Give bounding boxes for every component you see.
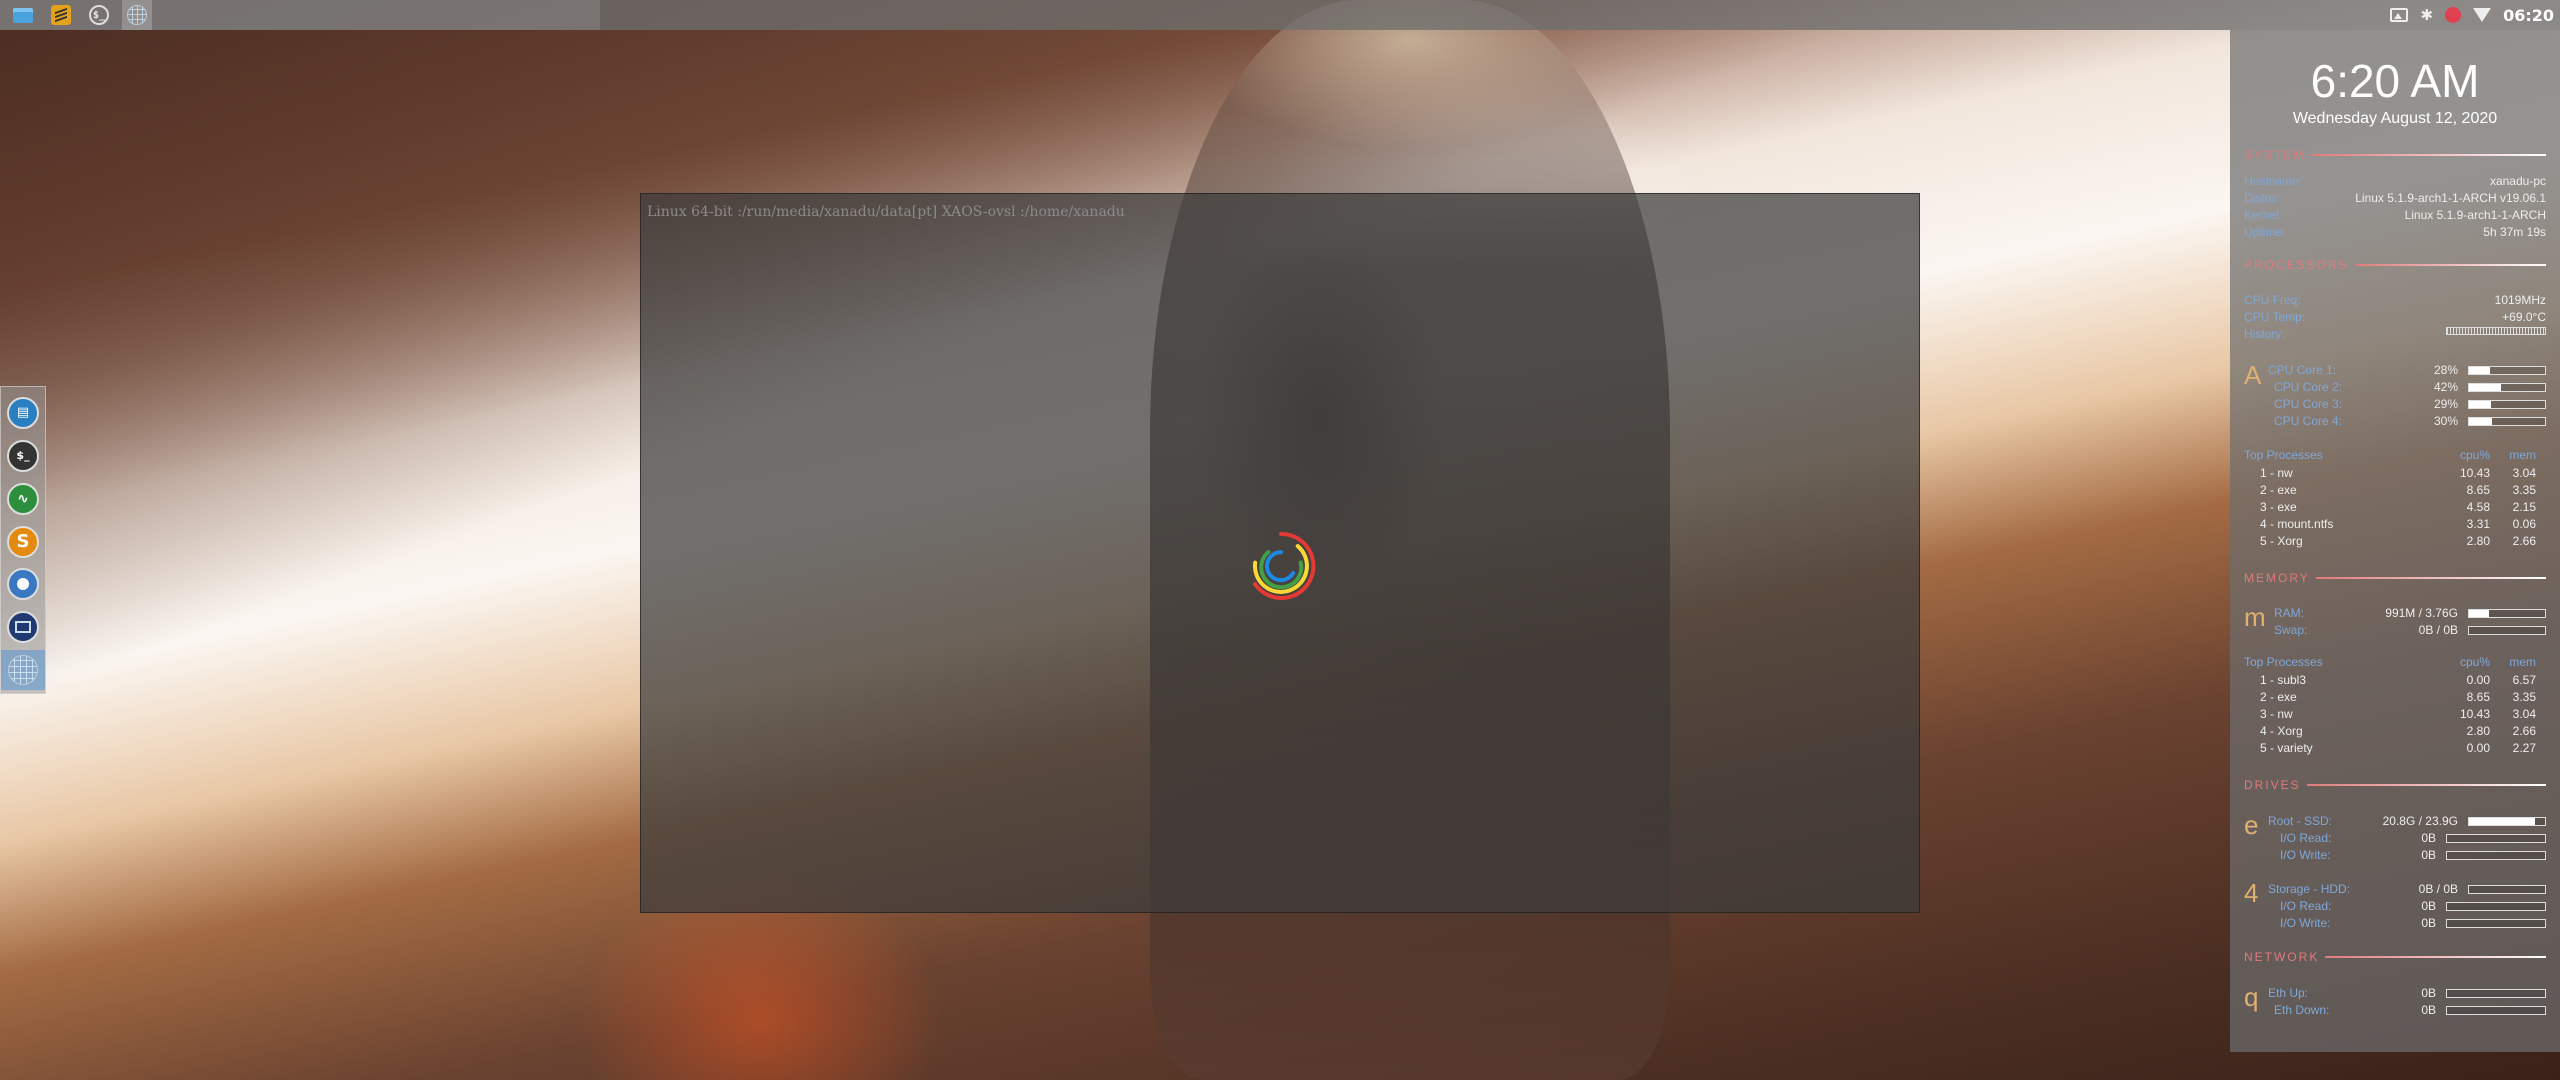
process-row: 2 - exe 8.65 3.35	[2260, 483, 2536, 497]
process-row: 1 - nw 10.43 3.04	[2260, 466, 2536, 480]
taskbar-xaos-button[interactable]	[122, 0, 152, 30]
bluetooth-icon[interactable]: ✱	[2420, 6, 2433, 24]
dock-system-monitor-button[interactable]: ∿	[3, 479, 43, 519]
panel-clock[interactable]: 06:20	[2503, 6, 2554, 25]
xaos-window[interactable]: Linux 64-bit :/run/media/xanadu/data[pt]…	[640, 193, 1920, 913]
swap-row: Swap: 0B / 0B	[2274, 622, 2546, 638]
cpu-core-bar	[2469, 366, 2491, 374]
system-header: SYSTEM	[2244, 148, 2546, 162]
conky-date: Wednesday August 12, 2020	[2292, 110, 2498, 127]
processors-letter: A	[2244, 360, 2262, 390]
network-header: NETWORK	[2244, 950, 2546, 964]
cpu-core-row: CPU Core 4: 30%	[2274, 413, 2546, 429]
chrome-icon	[7, 568, 39, 601]
process-row: 4 - mount.ntfs 3.31 0.06	[2260, 517, 2536, 531]
globe-icon	[127, 5, 147, 25]
taskbar-terminal-button[interactable]: $_	[84, 0, 114, 30]
storage-io-read-row: I/O Read: 0B	[2274, 898, 2546, 914]
bug-icon[interactable]	[2445, 7, 2462, 23]
terminal-icon: $_	[89, 5, 109, 25]
storage-drive-letter: 4	[2244, 878, 2259, 908]
kernel-row: Kernel: Linux 5.1.9-arch1-1-ARCH	[2244, 208, 2546, 222]
dock-sublime-button[interactable]: S	[3, 522, 43, 562]
sublime-text-icon: S	[7, 525, 39, 558]
dock-screen-button[interactable]	[3, 607, 43, 647]
root-io-write-row: I/O Write: 0B	[2274, 847, 2546, 863]
activity-monitor-icon: ∿	[7, 482, 39, 515]
left-dock: ▤ $_ ∿ S	[0, 386, 46, 694]
files-icon: ▤	[7, 396, 39, 429]
cpu-freq-row: CPU Freq: 1019MHz	[2244, 293, 2546, 307]
process-row: 4 - Xorg 2.80 2.66	[2260, 724, 2536, 738]
ram-bar	[2469, 609, 2489, 617]
uptime-row: Uptime: 5h 37m 19s	[2244, 225, 2546, 239]
globe-icon	[8, 655, 38, 686]
cpu-history-graph	[2446, 327, 2546, 335]
conky-time: 6:20 AM	[2310, 55, 2480, 107]
taskbar-sublime-button[interactable]	[46, 0, 76, 30]
hostname-row: Hostname: xanadu-pc	[2244, 174, 2546, 188]
eth-down-row: Eth Down: 0B	[2274, 1002, 2546, 1018]
taskbar: $_	[0, 0, 600, 30]
sublime-text-icon	[51, 5, 71, 25]
image-viewer-icon[interactable]	[2390, 8, 2409, 22]
cpu-core-row: CPU Core 1: 28%	[2268, 362, 2546, 378]
cpu-core-row: CPU Core 3: 29%	[2274, 396, 2546, 412]
conky-panel: 6:20 AM Wednesday August 12, 2020 SYSTEM…	[2230, 30, 2560, 1052]
folder-icon	[13, 7, 33, 23]
process-row: 5 - variety 0.00 2.27	[2260, 741, 2536, 755]
root-drive-letter: e	[2244, 810, 2259, 840]
dock-xaos-button[interactable]	[1, 650, 45, 691]
storage-io-write-row: I/O Write: 0B	[2274, 915, 2546, 931]
memory-letter: m	[2244, 602, 2266, 632]
mem-top-processes-header: Top Processes cpu% mem	[2244, 655, 2536, 669]
root-io-read-row: I/O Read: 0B	[2274, 830, 2546, 846]
network-letter: q	[2244, 982, 2259, 1012]
eth-up-row: Eth Up: 0B	[2268, 985, 2546, 1001]
wifi-icon[interactable]	[2473, 8, 2492, 22]
cpu-core-bar	[2469, 417, 2492, 425]
distro-row: Distro: Linux 5.1.9-arch1-1-ARCH v19.06.1	[2244, 191, 2546, 205]
ram-row: RAM: 991M / 3.76G	[2274, 605, 2546, 621]
system-tray: ✱ 06:20	[2390, 0, 2560, 30]
terminal-icon: $_	[7, 439, 39, 472]
cpu-top-processes-header: Top Processes cpu% mem	[2244, 448, 2536, 462]
process-row: 3 - exe 4.58 2.15	[2260, 500, 2536, 514]
dock-chrome-button[interactable]	[3, 564, 43, 604]
cpu-core-row: CPU Core 2: 42%	[2274, 379, 2546, 395]
processors-header: PROCESSORS	[2244, 258, 2546, 272]
loading-spinner-icon	[1252, 531, 1316, 600]
root-ssd-bar	[2469, 817, 2536, 825]
cpu-core-bar	[2469, 400, 2492, 408]
process-row: 3 - nw 10.43 3.04	[2260, 707, 2536, 721]
process-row: 1 - subl3 0.00 6.57	[2260, 673, 2536, 687]
cpu-core-bar	[2469, 383, 2501, 391]
taskbar-files-button[interactable]	[8, 0, 38, 30]
process-row: 5 - Xorg 2.80 2.66	[2260, 534, 2536, 548]
root-ssd-row: Root - SSD: 20.8G / 23.9G	[2268, 813, 2546, 829]
memory-header: MEMORY	[2244, 571, 2546, 585]
window-title: Linux 64-bit :/run/media/xanadu/data[pt]…	[647, 204, 1125, 220]
dock-terminal-button[interactable]: $_	[3, 436, 43, 476]
top-panel: $_ ✱ 06:20	[0, 0, 2560, 30]
cpu-history-row: History:	[2244, 327, 2546, 343]
cpu-temp-row: CPU Temp: +69.0°C	[2244, 310, 2546, 324]
storage-hdd-row: Storage - HDD: 0B / 0B	[2268, 881, 2546, 897]
screen-icon	[7, 611, 39, 644]
dock-files-button[interactable]: ▤	[3, 393, 43, 433]
drives-header: DRIVES	[2244, 778, 2546, 792]
process-row: 2 - exe 8.65 3.35	[2260, 690, 2536, 704]
